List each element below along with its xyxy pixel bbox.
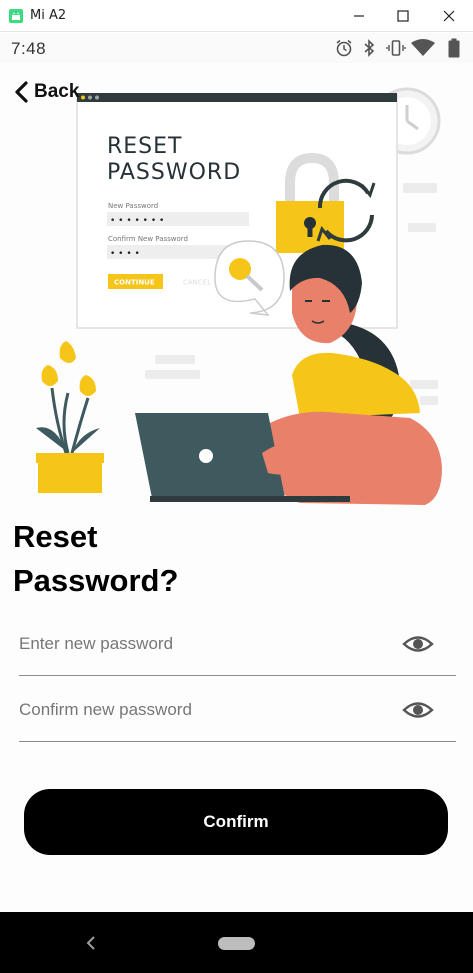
bluetooth-icon [364, 39, 375, 57]
card-confirm-password-label: Confirm New Password [108, 235, 188, 243]
card-continue-label: CONTINUE [114, 279, 155, 287]
maximize-icon[interactable] [391, 4, 415, 28]
card-new-password-label: New Password [108, 202, 158, 210]
new-password-field [19, 616, 456, 676]
status-time: 7:48 [11, 39, 47, 58]
confirm-button[interactable]: Confirm [24, 789, 448, 855]
battery-icon [448, 38, 460, 58]
card-title-line1: RESET [107, 134, 183, 159]
plant-illustration [36, 341, 104, 493]
new-password-input[interactable] [19, 628, 389, 660]
nav-back-icon[interactable] [84, 934, 98, 952]
card-cancel-label: CANCEL [183, 279, 211, 287]
eye-icon[interactable] [402, 632, 434, 656]
android-app-icon [9, 9, 23, 23]
alarm-icon [336, 39, 352, 57]
chevron-left-icon [15, 81, 28, 103]
confirm-password-input[interactable] [19, 694, 389, 726]
vibrate-icon [386, 40, 406, 56]
eye-icon[interactable] [402, 698, 434, 722]
window-titlebar: Mi A2 [0, 0, 473, 32]
reset-password-illustration: RESET PASSWORD New Password • • • • • • … [36, 87, 442, 505]
window-title: Mi A2 [30, 8, 67, 23]
back-label: Back [34, 81, 80, 102]
minimize-icon[interactable] [347, 4, 371, 28]
card-new-password-dots: • • • • • • • [110, 216, 164, 226]
status-bar: 7:48 [0, 33, 473, 63]
reset-password-screen: RESET PASSWORD New Password • • • • • • … [0, 63, 473, 912]
navigation-bar [0, 912, 473, 973]
card-confirm-password-dots: • • • • [110, 249, 140, 259]
wifi-icon [411, 39, 435, 56]
close-icon[interactable] [437, 4, 461, 28]
page-title-line1: Reset [13, 519, 98, 554]
card-title-line2: PASSWORD [107, 160, 241, 185]
back-button[interactable]: Back [12, 79, 79, 105]
page-title: Reset Password? [13, 515, 313, 603]
nav-home-pill[interactable] [218, 937, 255, 950]
page-title-line2: Password? [13, 563, 179, 598]
confirm-password-field [19, 682, 456, 742]
